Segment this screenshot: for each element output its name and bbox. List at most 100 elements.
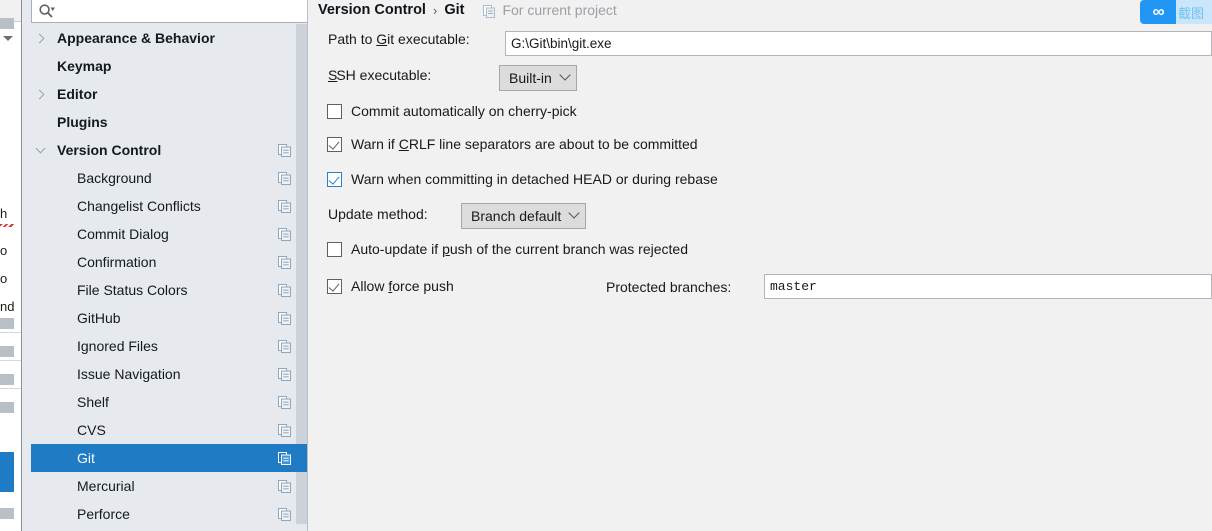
copy-icon[interactable]: [278, 172, 291, 185]
capture-tool-strip[interactable]: 截图: [1176, 0, 1212, 24]
commit-on-cherry-pick-checkbox[interactable]: [327, 103, 342, 119]
sidebar-item-label: Changelist Conflicts: [77, 198, 201, 214]
search-box[interactable]: [31, 0, 308, 23]
copy-icon[interactable]: [278, 284, 291, 297]
sidebar-item-label: Issue Navigation: [77, 366, 181, 382]
sidebar-item-label: Shelf: [77, 394, 109, 410]
sidebar-item-label: Version Control: [57, 142, 162, 158]
chevron-right-icon[interactable]: [31, 24, 49, 52]
commit-on-cherry-pick-row[interactable]: Commit automatically on cherry-pick: [327, 103, 577, 119]
sidebar-item-ignored-files[interactable]: Ignored Files: [31, 332, 308, 360]
sidebar-item-editor[interactable]: Editor: [31, 80, 308, 108]
background-chip: [0, 18, 14, 29]
sidebar-item-version-control[interactable]: Version Control: [31, 136, 308, 164]
infinity-icon[interactable]: ∞: [1140, 0, 1176, 24]
scope-note: For current project: [483, 2, 617, 18]
copy-icon[interactable]: [278, 424, 291, 437]
chevron-right-icon[interactable]: [31, 80, 49, 108]
breadcrumb-parent[interactable]: Version Control: [318, 2, 426, 18]
sidebar-item-shelf[interactable]: Shelf: [31, 388, 308, 416]
background-text-h: h: [0, 206, 8, 221]
sidebar-item-git[interactable]: Git: [31, 444, 308, 472]
sidebar-item-keymap[interactable]: Keymap: [31, 52, 308, 80]
sidebar-item-appearance-behavior[interactable]: Appearance & Behavior: [31, 24, 308, 52]
sidebar-item-label: GitHub: [77, 310, 121, 326]
sidebar-item-label: CVS: [77, 422, 106, 438]
sidebar-item-label: Git: [77, 450, 95, 466]
capture-tool-label: 截图: [1178, 5, 1205, 21]
copy-icon[interactable]: [278, 340, 291, 353]
breadcrumb: Version Control › Git For current projec…: [318, 0, 617, 20]
warn-crlf-label: Warn if CRLF line separators are about t…: [351, 136, 698, 152]
sidebar-item-mercurial[interactable]: Mercurial: [31, 472, 308, 500]
sidebar-item-commit-dialog[interactable]: Commit Dialog: [31, 220, 308, 248]
copy-icon[interactable]: [278, 480, 291, 493]
background-text-nd: nd: [0, 299, 15, 314]
sidebar-item-background[interactable]: Background: [31, 164, 308, 192]
background-divider: [0, 332, 22, 333]
sidebar-item-plugins[interactable]: Plugins: [31, 108, 308, 136]
copy-icon[interactable]: [278, 312, 291, 325]
background-text-o2: o: [0, 271, 8, 286]
sidebar-item-label: Ignored Files: [77, 338, 158, 354]
sidebar-item-github[interactable]: GitHub: [31, 304, 308, 332]
background-chip: [0, 318, 14, 329]
ssh-executable-select[interactable]: Built-in: [499, 65, 577, 91]
protected-branches-row: Protected branches:: [606, 279, 731, 295]
search-icon[interactable]: [38, 3, 55, 20]
scope-note-label: For current project: [502, 2, 617, 18]
settings-tree[interactable]: Appearance & Behavior Keymap Editor Plugins…: [31, 24, 308, 531]
sidebar-item-confirmation[interactable]: Confirmation: [31, 248, 308, 276]
breadcrumb-current: Git: [444, 2, 465, 18]
sidebar-item-file-status-colors[interactable]: File Status Colors: [31, 276, 308, 304]
background-divider: [0, 360, 22, 361]
copy-icon[interactable]: [278, 368, 291, 381]
check-icon: [328, 279, 340, 292]
copy-icon[interactable]: [278, 256, 291, 269]
allow-force-push-row[interactable]: Allow force push: [327, 278, 454, 294]
warn-detached-head-row[interactable]: Warn when committing in detached HEAD or…: [327, 171, 718, 187]
copy-icon[interactable]: [278, 396, 291, 409]
sidebar-item-issue-navigation[interactable]: Issue Navigation: [31, 360, 308, 388]
auto-update-label: Auto-update if push of the current branc…: [351, 241, 688, 257]
chevron-down-icon: [559, 69, 571, 81]
allow-force-push-checkbox[interactable]: [327, 278, 342, 294]
background-divider: [0, 388, 22, 389]
search-input[interactable]: [62, 2, 302, 20]
breadcrumb-separator-icon: ›: [432, 2, 438, 18]
copy-icon[interactable]: [278, 508, 291, 521]
warn-crlf-checkbox[interactable]: [327, 136, 342, 152]
warn-crlf-row[interactable]: Warn if CRLF line separators are about t…: [327, 136, 698, 152]
settings-sidebar: Appearance & Behavior Keymap Editor Plugins…: [22, 0, 308, 531]
chevron-down-icon[interactable]: [31, 136, 49, 164]
sidebar-item-cvs[interactable]: CVS: [31, 416, 308, 444]
copy-icon[interactable]: [278, 200, 291, 213]
auto-update-row[interactable]: Auto-update if push of the current branc…: [327, 241, 688, 257]
allow-force-push-label: Allow force push: [351, 278, 454, 294]
copy-icon[interactable]: [278, 144, 291, 157]
background-chip: [0, 374, 14, 385]
auto-update-checkbox[interactable]: [327, 241, 342, 257]
capture-tool-overlay[interactable]: ∞ 截图: [1140, 0, 1212, 24]
copy-icon[interactable]: [278, 452, 291, 465]
path-to-git-input[interactable]: [505, 31, 1212, 56]
update-method-row: Update method:: [328, 206, 428, 222]
settings-window: h o o nd Appearance & Behavior Keymap Ed…: [0, 0, 1212, 531]
protected-branches-label: Protected branches:: [606, 279, 732, 295]
sidebar-item-label: Confirmation: [77, 254, 157, 270]
warn-detached-head-checkbox[interactable]: [327, 171, 342, 187]
background-chip: [0, 402, 14, 413]
settings-content-panel: Version Control › Git For current projec…: [309, 0, 1212, 531]
update-method-select[interactable]: Branch default: [461, 203, 587, 229]
protected-branches-input[interactable]: [764, 274, 1212, 299]
check-icon: [328, 172, 340, 185]
sidebar-item-changelist-conflicts[interactable]: Changelist Conflicts: [31, 192, 308, 220]
check-icon: [328, 137, 340, 150]
copy-icon: [483, 4, 496, 18]
sidebar-item-label: Commit Dialog: [77, 226, 169, 242]
copy-icon[interactable]: [278, 228, 291, 241]
warn-detached-head-label: Warn when committing in detached HEAD or…: [351, 171, 718, 187]
sidebar-item-label: Appearance & Behavior: [57, 30, 215, 46]
sidebar-item-perforce[interactable]: Perforce: [31, 500, 308, 528]
sidebar-item-label: Plugins: [57, 114, 108, 130]
